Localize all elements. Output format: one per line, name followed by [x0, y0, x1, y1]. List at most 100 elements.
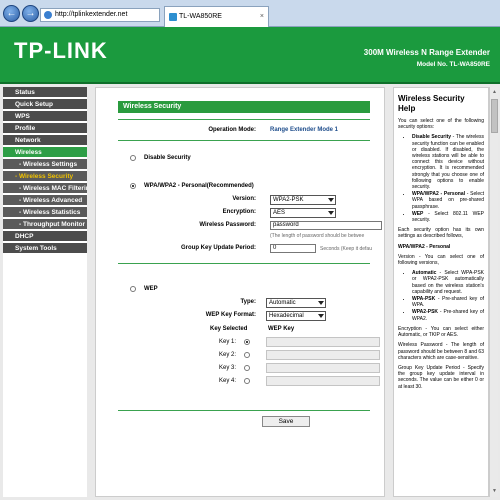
- help-version: WPA-PSK - Pre-shared key of WPA.: [412, 296, 484, 308]
- encryption-select[interactable]: AES: [270, 208, 336, 218]
- wep-label: WEP: [144, 286, 158, 292]
- help-versions-list: Automatic - Select WPA-PSK or WPA2-PSK a…: [412, 270, 484, 322]
- menu-item-system-tools[interactable]: System Tools: [3, 243, 87, 254]
- sidebar-menu: Status Quick Setup WPS Profile Network W…: [3, 87, 87, 497]
- wep-key-header: WEP Key: [268, 326, 295, 332]
- help-version: Automatic - Select WPA-PSK or WPA2-PSK a…: [412, 270, 484, 295]
- password-hint: (The length of password should be betwee: [270, 233, 365, 239]
- type-select[interactable]: Automatic: [266, 298, 326, 308]
- help-note: Each security option has its own setting…: [398, 227, 484, 240]
- password-label: Wireless Password:: [199, 222, 256, 228]
- menu-item-wireless-advanced[interactable]: - Wireless Advanced: [3, 195, 87, 206]
- tab-title: TL-WA850RE: [179, 13, 222, 20]
- menu-item-throughput-monitor[interactable]: - Throughput Monitor: [3, 219, 87, 230]
- key-2-input[interactable]: [266, 350, 380, 360]
- tplink-logo: TP-LINK: [14, 38, 108, 63]
- key-3-radio[interactable]: [244, 365, 250, 371]
- content-frame: Status Quick Setup WPS Profile Network W…: [0, 84, 500, 500]
- scroll-up-icon[interactable]: ▲: [491, 88, 498, 96]
- scroll-down-icon[interactable]: ▼: [491, 487, 498, 495]
- key-4-label: Key 4:: [218, 378, 236, 384]
- favicon-icon: [169, 13, 177, 21]
- help-version: WPA2-PSK - Pre-shared key of WPA2.: [412, 309, 484, 321]
- key-selected-header: Key Selected: [210, 326, 248, 332]
- help-option: WPA/WPA2 - Personal - Select WPA based o…: [412, 191, 484, 210]
- address-url: http://tplinkextender.net: [55, 11, 128, 18]
- scrollbar-thumb[interactable]: [491, 99, 498, 133]
- help-title: Wireless Security Help: [398, 94, 465, 113]
- key-1-radio[interactable]: [244, 339, 250, 345]
- ie-icon: [44, 11, 52, 19]
- version-select[interactable]: WPA2-PSK: [270, 195, 336, 205]
- help-option: Disable Security - The wireless security…: [412, 134, 484, 190]
- menu-item-status[interactable]: Status: [3, 87, 87, 98]
- divider: [118, 119, 370, 120]
- wep-radio[interactable]: [130, 286, 136, 292]
- router-header: TP-LINK 300M Wireless N Range Extender M…: [0, 27, 500, 84]
- product-name: 300M Wireless N Range Extender: [363, 48, 490, 57]
- key-4-input[interactable]: [266, 376, 380, 386]
- wpa-personal-radio[interactable]: [130, 183, 136, 189]
- help-option: WEP - Select 802.11 WEP security.: [412, 211, 484, 223]
- back-button[interactable]: ←: [3, 5, 20, 22]
- group-key-input[interactable]: 0: [270, 244, 316, 253]
- divider: [118, 140, 370, 141]
- version-value: WPA2-PSK: [273, 197, 304, 203]
- browser-toolbar: ← → http://tplinkextender.net TL-WA850RE…: [0, 0, 500, 27]
- help-options-list: Disable Security - The wireless security…: [412, 134, 484, 223]
- menu-item-profile[interactable]: Profile: [3, 123, 87, 134]
- tab-close-icon[interactable]: ×: [260, 7, 264, 26]
- menu-item-dhcp[interactable]: DHCP: [3, 231, 87, 242]
- help-encryption-text: Encryption - You can select either Autom…: [398, 325, 484, 339]
- disable-security-label: Disable Security: [144, 155, 191, 161]
- menu-item-wps[interactable]: WPS: [3, 111, 87, 122]
- key-4-radio[interactable]: [244, 378, 250, 384]
- key-2-label: Key 2:: [218, 352, 236, 358]
- group-key-label: Group Key Update Period:: [180, 245, 256, 251]
- menu-item-wireless[interactable]: Wireless: [3, 147, 87, 158]
- wep-format-value: Hexadecimal: [269, 313, 304, 319]
- chevron-down-icon: [328, 198, 334, 202]
- model-number: Model No. TL-WA850RE: [416, 61, 490, 68]
- menu-item-network[interactable]: Network: [3, 135, 87, 146]
- encryption-label: Encryption:: [222, 209, 256, 215]
- disable-security-radio[interactable]: [130, 155, 136, 161]
- browser-tab[interactable]: TL-WA850RE ×: [164, 6, 269, 27]
- menu-item-wireless-security[interactable]: - Wireless Security: [3, 171, 87, 182]
- help-intro: You can select one of the following secu…: [398, 118, 484, 131]
- chevron-down-icon: [318, 314, 324, 318]
- operation-mode-label: Operation Mode:: [208, 127, 256, 133]
- help-password-text: Wireless Password - The length of passwo…: [398, 342, 484, 361]
- help-panel: Wireless Security Help You can select on…: [393, 87, 489, 497]
- menu-item-wireless-statistics[interactable]: - Wireless Statistics: [3, 207, 87, 218]
- key-2-radio[interactable]: [244, 352, 250, 358]
- menu-item-quick-setup[interactable]: Quick Setup: [3, 99, 87, 110]
- menu-item-wireless-settings[interactable]: - Wireless Settings: [3, 159, 87, 170]
- save-button[interactable]: Save: [262, 416, 310, 427]
- wpa-personal-label: WPA/WPA2 - Personal(Recommended): [144, 183, 254, 189]
- section-title: Wireless Security: [118, 101, 370, 113]
- divider: [118, 410, 370, 411]
- key-3-input[interactable]: [266, 363, 380, 373]
- group-key-hint: Seconds (Keep it defau: [320, 246, 372, 252]
- help-version-text: Version - You can select one of followin…: [398, 253, 484, 267]
- key-1-input[interactable]: [266, 337, 380, 347]
- type-label: Type:: [240, 299, 256, 305]
- chevron-down-icon: [328, 211, 334, 215]
- encryption-value: AES: [273, 210, 286, 216]
- chevron-down-icon: [318, 301, 324, 305]
- menu-item-wireless-mac-filtering[interactable]: - Wireless MAC Filtering: [3, 183, 87, 194]
- help-scrollbar[interactable]: ▲ ▼: [489, 87, 498, 497]
- version-label: Version:: [232, 196, 256, 202]
- key-3-label: Key 3:: [218, 365, 236, 371]
- help-group-key-text: Group Key Update Period - Specify the gr…: [398, 364, 484, 390]
- forward-button[interactable]: →: [22, 5, 39, 22]
- model-info: 300M Wireless N Range Extender Model No.…: [364, 47, 490, 71]
- divider: [118, 263, 370, 264]
- wep-format-select[interactable]: Hexadecimal: [266, 311, 326, 321]
- operation-mode-value: Range Extender Mode 1: [270, 127, 339, 133]
- password-input[interactable]: password: [270, 221, 382, 230]
- type-value: Automatic: [269, 300, 296, 306]
- key-1-label: Key 1:: [218, 339, 236, 345]
- address-bar[interactable]: http://tplinkextender.net: [40, 8, 160, 22]
